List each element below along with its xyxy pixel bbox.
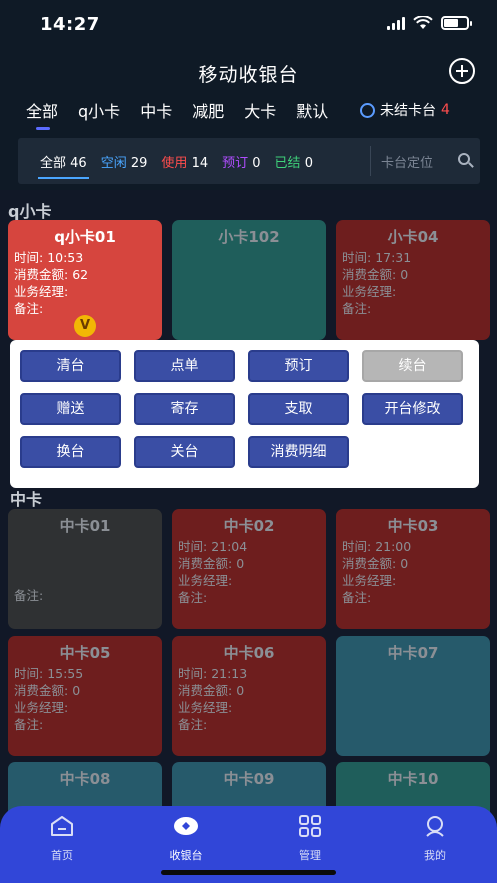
unsettled-toggle[interactable]: 未结卡台 4 <box>360 100 450 120</box>
table-card[interactable]: q小卡01 时间: 10:53 消费金额: 62 业务经理: 备注: V <box>8 220 162 340</box>
radio-icon <box>360 102 375 118</box>
deposit-button[interactable]: 寄存 <box>134 393 235 425</box>
order-button[interactable]: 点单 <box>134 350 235 382</box>
filter-settled[interactable]: 已结 0 <box>275 152 313 171</box>
table-card[interactable]: 中卡06 时间: 21:13 消费金额: 0 业务经理: 备注: <box>172 636 326 756</box>
section-title-medium: 中卡 <box>10 490 43 509</box>
nav-cashier[interactable]: 收银台 <box>146 814 226 863</box>
clear-table-button[interactable]: 清台 <box>20 350 121 382</box>
tab-large[interactable]: 大卡 <box>244 98 276 128</box>
unsettled-label: 未结卡台 <box>380 103 436 119</box>
tab-all[interactable]: 全部 <box>26 98 58 130</box>
vip-badge-icon: V <box>74 315 96 337</box>
withdraw-button[interactable]: 支取 <box>248 393 349 425</box>
cashier-icon <box>174 817 198 835</box>
filter-all[interactable]: 全部 46 <box>38 152 89 179</box>
battery-icon <box>441 16 472 30</box>
change-table-button[interactable]: 换台 <box>20 436 121 468</box>
search-icon[interactable] <box>458 153 470 165</box>
nav-mine[interactable]: 我的 <box>395 814 475 863</box>
table-card[interactable]: 小卡04 时间: 17:31 消费金额: 0 业务经理: 备注: <box>336 220 490 340</box>
table-card[interactable]: 中卡01 备注: <box>8 509 162 629</box>
page-title: 移动收银台 <box>198 64 299 86</box>
status-icons <box>387 16 472 30</box>
table-card[interactable]: 小卡102 <box>172 220 326 340</box>
grid-icon <box>299 815 321 837</box>
user-icon <box>426 816 444 837</box>
consumption-detail-button[interactable]: 消费明细 <box>248 436 349 468</box>
home-icon <box>51 816 73 836</box>
gift-button[interactable]: 赠送 <box>20 393 121 425</box>
add-icon[interactable] <box>449 58 475 84</box>
status-bar: 14:27 <box>0 0 497 52</box>
tab-diet[interactable]: 减肥 <box>192 98 224 128</box>
wifi-icon <box>413 16 433 29</box>
tab-q-small[interactable]: q小卡 <box>78 98 120 128</box>
nav-home[interactable]: 首页 <box>22 814 102 863</box>
status-filter-bar: 全部 46 空闲 29 使用 14 预订 0 已结 0 卡台定位 <box>18 138 480 184</box>
tab-default[interactable]: 默认 <box>296 98 328 128</box>
home-indicator <box>161 870 336 875</box>
filter-in-use[interactable]: 使用 14 <box>161 152 208 171</box>
reserve-button[interactable]: 预订 <box>248 350 349 382</box>
tab-medium[interactable]: 中卡 <box>140 98 172 128</box>
close-table-button[interactable]: 关台 <box>134 436 235 468</box>
section-title-small: q小卡 <box>8 202 52 221</box>
table-card[interactable]: 中卡07 <box>336 636 490 756</box>
nav-manage[interactable]: 管理 <box>270 814 350 863</box>
locate-placeholder: 卡台定位 <box>381 155 434 171</box>
filter-idle[interactable]: 空闲 29 <box>101 152 148 171</box>
modify-opening-button[interactable]: 开台修改 <box>362 393 463 425</box>
table-card[interactable]: 中卡02 时间: 21:04 消费金额: 0 业务经理: 备注: <box>172 509 326 629</box>
signal-icon <box>387 16 405 30</box>
extend-button[interactable]: 续台 <box>362 350 463 382</box>
table-card[interactable]: 中卡05 时间: 15:55 消费金额: 0 业务经理: 备注: <box>8 636 162 756</box>
table-action-popup: 清台 点单 预订 续台 赠送 寄存 支取 开台修改 换台 关台 消费明细 <box>10 340 479 488</box>
category-tabs: 全部 q小卡 中卡 减肥 大卡 默认 <box>26 98 328 130</box>
table-card[interactable]: 中卡03 时间: 21:00 消费金额: 0 业务经理: 备注: <box>336 509 490 629</box>
unsettled-count: 4 <box>441 102 450 118</box>
filter-reserved[interactable]: 预订 0 <box>222 152 260 171</box>
status-time: 14:27 <box>40 14 100 35</box>
